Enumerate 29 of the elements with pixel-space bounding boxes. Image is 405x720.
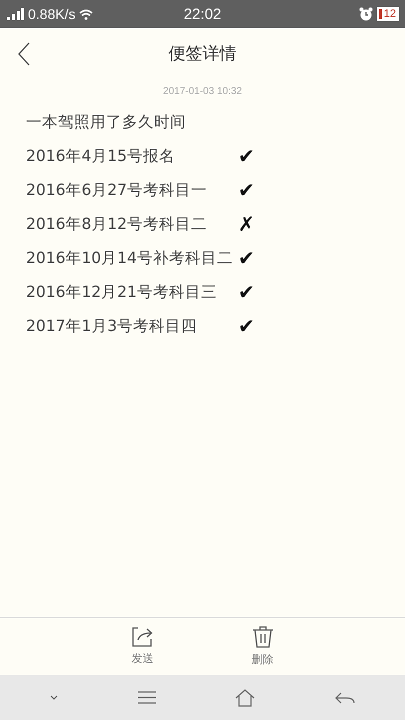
page-title: 便签详情 [168, 42, 236, 64]
note-mark: ✗ [238, 212, 255, 236]
note-line: 2017年1月3号考科目四 [26, 316, 198, 336]
back-icon[interactable] [335, 692, 356, 704]
share-icon [132, 627, 154, 647]
battery-indicator: 12 [376, 7, 399, 21]
wifi-icon [79, 8, 94, 20]
alarm-icon [358, 7, 373, 21]
note-line: 2016年8月12号考科目二 [26, 214, 208, 234]
note-mark: ✔ [238, 178, 255, 202]
trash-icon [252, 626, 274, 648]
note-mark: ✔ [238, 314, 255, 338]
clock: 22:02 [184, 6, 222, 22]
delete-button[interactable]: 删除 [242, 626, 282, 667]
note-mark: ✔ [238, 280, 255, 304]
network-speed: 0.88K/s [28, 6, 76, 22]
note-line: 2016年10月14号补考科目二 [26, 248, 234, 268]
menu-icon[interactable] [138, 691, 156, 704]
note-mark: ✔ [238, 144, 255, 168]
note-title: 一本驾照用了多久时间 [26, 112, 186, 132]
signal-icon [6, 8, 24, 20]
note-line: 2016年6月27号考科目一 [26, 180, 208, 200]
note-line: 2016年12月21号考科目三 [26, 282, 218, 302]
note-date: 2017-01-03 10:32 [162, 86, 243, 97]
note-line: 2016年4月15号报名 [26, 146, 176, 166]
note-mark: ✔ [238, 246, 255, 270]
home-icon[interactable] [235, 688, 256, 706]
send-button[interactable]: 发送 [122, 627, 162, 666]
collapse-icon[interactable] [50, 695, 58, 700]
